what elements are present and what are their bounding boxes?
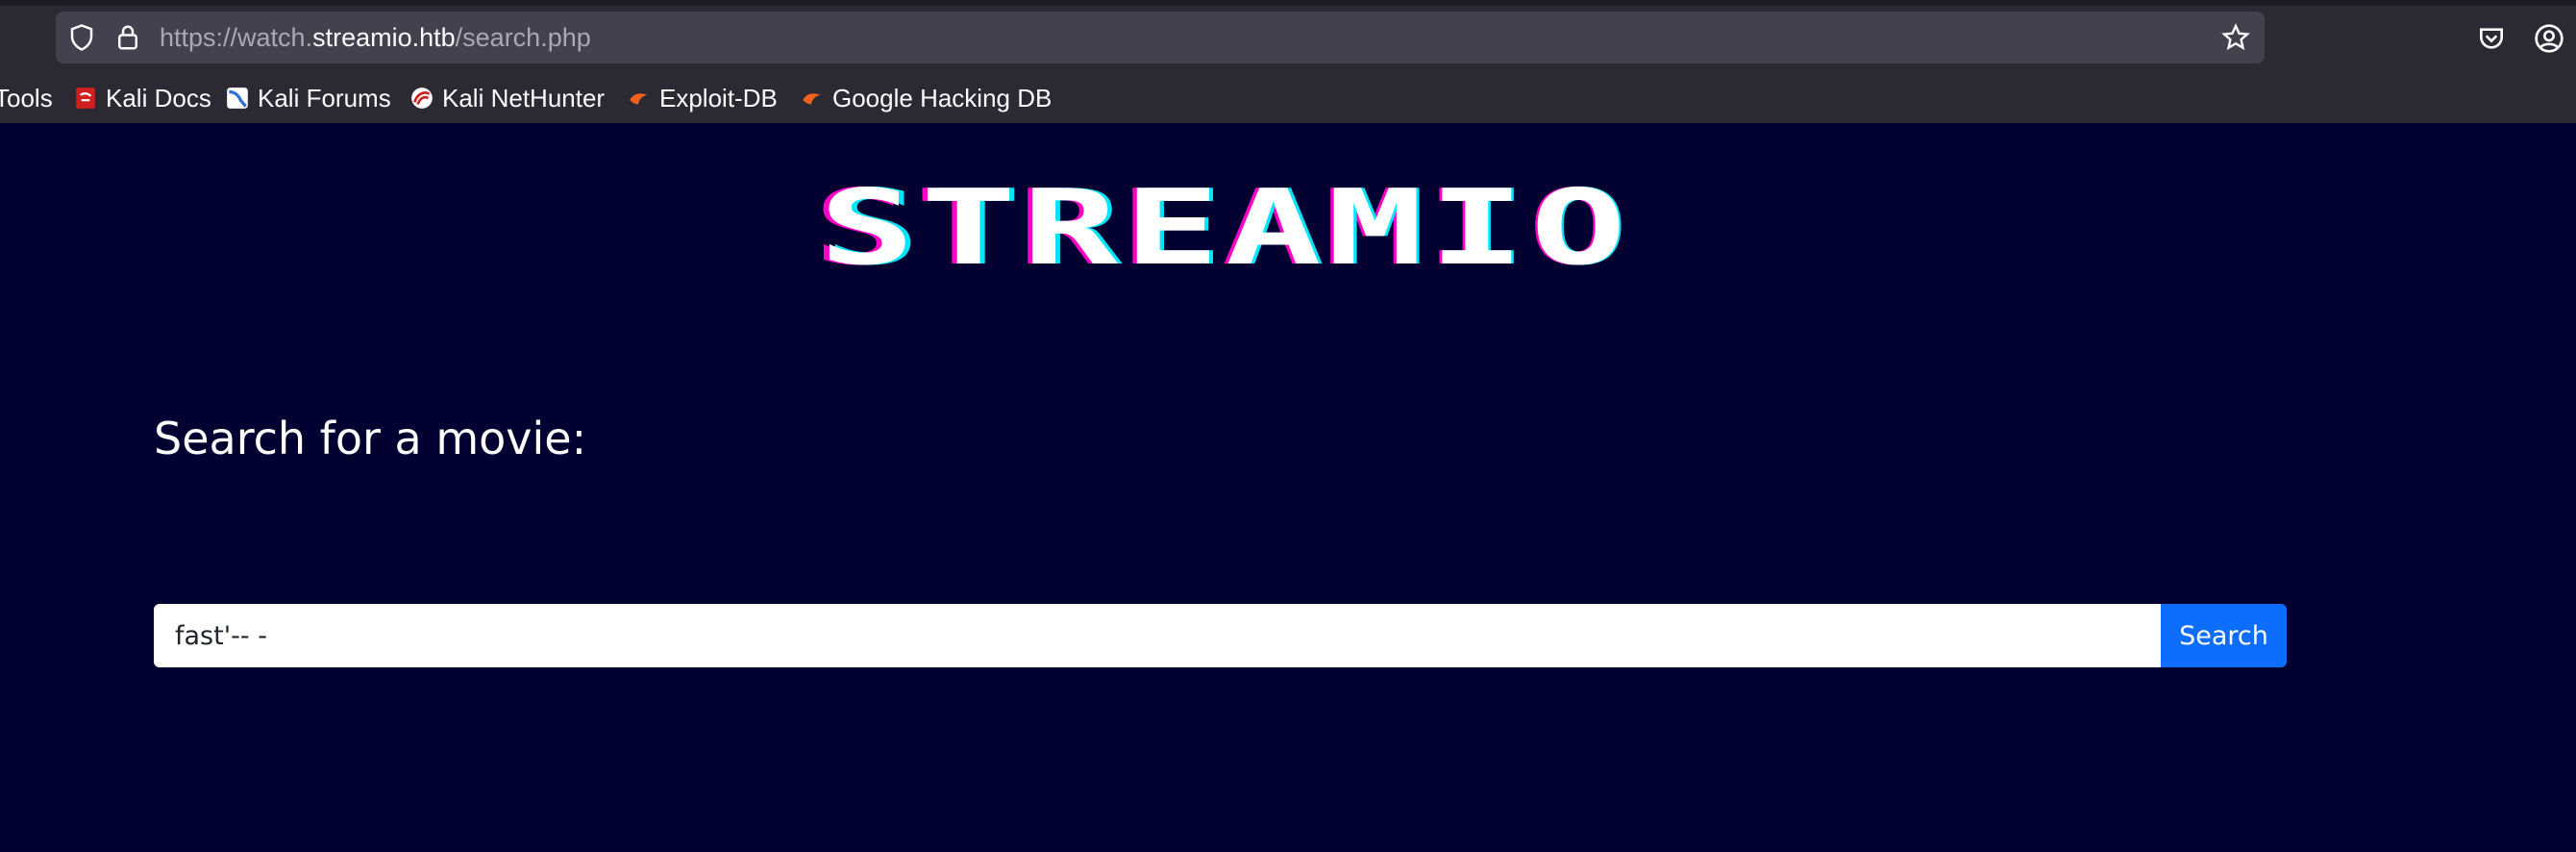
window-top-strip [0, 0, 2576, 6]
bookmark-label: Google Hacking DB [832, 84, 1053, 113]
kali-forums-icon [227, 88, 248, 109]
exploit-db-icon [630, 93, 648, 105]
kali-nethunter-icon [411, 88, 433, 109]
bookmark-kali-nethunter[interactable]: Kali NetHunter [409, 83, 605, 113]
bookmark-label: Kali Forums [258, 84, 391, 113]
url-prefix: https://watch. [160, 23, 313, 52]
url-text[interactable]: https://watch.streamio.htb/search.php [160, 21, 591, 54]
lock-icon[interactable] [113, 23, 142, 52]
bookmark-label: Kali NetHunter [442, 84, 606, 113]
search-form: Search [154, 604, 2287, 667]
bookmark-google-hacking-db[interactable]: Google Hacking DB [800, 83, 1052, 113]
bookmarks-bar: Tools Kali Docs Kali Forums Kali NetHunt… [0, 77, 2576, 119]
exploit-db-icon [803, 93, 821, 105]
streamio-logo: STREAMIO STREAMIO STREAMIO [817, 173, 1632, 279]
search-heading: Search for a movie: [154, 413, 587, 464]
bookmark-label: Exploit-DB [659, 84, 778, 113]
page-content: STREAMIO STREAMIO STREAMIO Search for a … [0, 123, 2576, 852]
url-domain: streamio.htb [312, 23, 456, 52]
bookmark-tools[interactable]: Tools [0, 83, 53, 113]
bookmark-label: Kali Docs [106, 84, 211, 113]
bookmark-kali-forums[interactable]: Kali Forums [225, 83, 391, 113]
bookmark-label: Tools [0, 84, 53, 113]
bookmark-exploit-db[interactable]: Exploit-DB [627, 83, 778, 113]
search-button[interactable]: Search [2161, 604, 2287, 667]
bookmark-kali-docs[interactable]: Kali Docs [73, 83, 211, 113]
pocket-icon[interactable] [2476, 23, 2507, 54]
account-icon[interactable] [2534, 23, 2564, 54]
bookmark-star-icon[interactable] [2220, 22, 2251, 53]
url-path: /search.php [455, 23, 591, 52]
shield-icon[interactable] [67, 23, 96, 52]
logo-text: STREAMIO [819, 173, 1632, 279]
kali-docs-icon [76, 88, 95, 109]
url-bar[interactable]: https://watch.streamio.htb/search.php [56, 12, 2265, 63]
browser-chrome: https://watch.streamio.htb/search.php To… [0, 0, 2576, 123]
search-input[interactable] [154, 604, 2161, 667]
